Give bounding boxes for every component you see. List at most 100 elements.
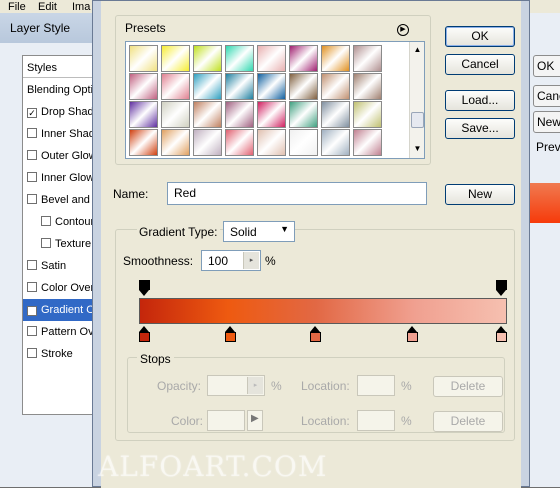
preset-swatch[interactable]: [193, 73, 222, 100]
scroll-up-icon[interactable]: ▲: [411, 43, 424, 57]
style-item[interactable]: ✓ Drop Shadow: [23, 101, 101, 123]
smoothness-slider-icon[interactable]: ▸: [243, 252, 259, 269]
style-checkbox[interactable]: [27, 150, 37, 160]
preset-swatch[interactable]: [225, 101, 254, 128]
preset-swatch[interactable]: [321, 129, 350, 156]
style-checkbox[interactable]: [27, 172, 37, 182]
preset-swatch[interactable]: [129, 73, 158, 100]
preset-swatch[interactable]: [353, 129, 382, 156]
style-checkbox[interactable]: ✓: [27, 306, 37, 316]
style-checkbox[interactable]: [41, 216, 51, 226]
style-checkbox[interactable]: [27, 348, 37, 358]
presets-label: Presets: [125, 21, 166, 35]
preset-swatch[interactable]: [225, 45, 254, 72]
preset-swatch[interactable]: [289, 73, 318, 100]
preset-swatch[interactable]: [161, 73, 190, 100]
preset-swatch[interactable]: [257, 73, 286, 100]
style-item[interactable]: Inner Glow: [23, 167, 101, 189]
opacity-field[interactable]: ▸: [207, 375, 265, 396]
style-item[interactable]: Color Overlay: [23, 277, 101, 299]
gradient-type-select[interactable]: Solid ▼: [223, 221, 295, 242]
color-stop[interactable]: [496, 326, 507, 342]
opacity-stop[interactable]: [496, 280, 507, 296]
opacity-delete-button[interactable]: Delete: [433, 376, 503, 397]
menu-image[interactable]: Ima: [72, 1, 90, 13]
color-stop[interactable]: [406, 326, 418, 342]
style-item-label: Inner Glow: [41, 172, 95, 184]
opacity-slider-icon[interactable]: ▸: [247, 377, 263, 394]
preset-swatch[interactable]: [161, 129, 190, 156]
color-location-field[interactable]: [357, 410, 395, 431]
cancel-button[interactable]: Cancel: [445, 54, 515, 75]
menu-file[interactable]: File: [8, 1, 26, 13]
opacity-location-label: Location:: [301, 379, 350, 393]
preset-swatch[interactable]: [129, 101, 158, 128]
preset-swatch[interactable]: [289, 45, 318, 72]
style-checkbox[interactable]: [27, 282, 37, 292]
preset-swatch[interactable]: [225, 73, 254, 100]
preset-swatch[interactable]: [129, 45, 158, 72]
preset-swatch[interactable]: [289, 129, 318, 156]
style-item[interactable]: Satin: [23, 255, 101, 277]
style-item[interactable]: ✓Gradient Overlay: [23, 299, 101, 321]
style-item[interactable]: Blending Options: [23, 79, 101, 101]
opacity-location-field[interactable]: [357, 375, 395, 396]
scroll-thumb[interactable]: [411, 112, 424, 128]
preset-swatch[interactable]: [193, 45, 222, 72]
preset-swatch[interactable]: [289, 101, 318, 128]
preset-swatch[interactable]: [257, 129, 286, 156]
color-menu-icon[interactable]: ▶: [247, 410, 263, 431]
style-checkbox[interactable]: ✓: [27, 108, 37, 118]
scroll-down-icon[interactable]: ▼: [411, 142, 424, 156]
preset-swatch[interactable]: [321, 73, 350, 100]
opacity-stop[interactable]: [139, 280, 150, 296]
preset-swatch[interactable]: [161, 45, 190, 72]
preset-swatch[interactable]: [225, 129, 254, 156]
layer-style-cancel-button[interactable]: Cancel: [533, 85, 560, 107]
preset-swatch[interactable]: [353, 45, 382, 72]
color-stop[interactable]: [310, 326, 322, 342]
style-item[interactable]: Outer Glow: [23, 145, 101, 167]
color-delete-button[interactable]: Delete: [433, 411, 503, 432]
load-button[interactable]: Load...: [445, 90, 515, 111]
style-item[interactable]: Texture: [23, 233, 101, 255]
preset-swatch[interactable]: [129, 129, 158, 156]
preset-swatch[interactable]: [193, 101, 222, 128]
presets-scrollbar[interactable]: ▲ ▼: [409, 42, 424, 158]
preset-swatch[interactable]: [353, 73, 382, 100]
style-item[interactable]: Contour: [23, 211, 101, 233]
menu-edit[interactable]: Edit: [38, 1, 57, 13]
preset-swatch[interactable]: [321, 45, 350, 72]
preset-swatch[interactable]: [353, 101, 382, 128]
save-button[interactable]: Save...: [445, 118, 515, 139]
name-field[interactable]: Red: [167, 182, 427, 205]
style-item[interactable]: Inner Shadow: [23, 123, 101, 145]
style-checkbox[interactable]: [27, 194, 37, 204]
presets-menu-icon[interactable]: ▶: [397, 24, 409, 36]
style-checkbox[interactable]: [27, 326, 37, 336]
preset-swatch[interactable]: [161, 101, 190, 128]
preview-checkbox[interactable]: Preview: [533, 137, 560, 159]
style-checkbox[interactable]: [41, 238, 51, 248]
layer-style-ok-button[interactable]: OK: [533, 55, 560, 77]
gradient-bar[interactable]: [139, 298, 507, 324]
preset-swatch[interactable]: [257, 45, 286, 72]
style-checkbox[interactable]: [27, 128, 37, 138]
new-button[interactable]: New: [445, 184, 515, 205]
color-swatch[interactable]: [207, 410, 245, 431]
ok-button[interactable]: OK: [445, 26, 515, 47]
layer-style-right-panel: OK Cancel New Style... Preview: [530, 13, 560, 487]
styles-header[interactable]: Styles: [23, 56, 99, 78]
smoothness-field[interactable]: 100 ▸: [201, 250, 261, 271]
style-item[interactable]: Pattern Overlay: [23, 321, 101, 343]
preset-swatch[interactable]: [321, 101, 350, 128]
preset-swatches: [129, 45, 413, 157]
color-stop[interactable]: [224, 326, 236, 342]
style-item[interactable]: Bevel and Emboss: [23, 189, 101, 211]
color-stop[interactable]: [139, 326, 150, 342]
new-style-button[interactable]: New Style...: [533, 111, 560, 133]
style-item[interactable]: Stroke: [23, 343, 101, 365]
preset-swatch[interactable]: [257, 101, 286, 128]
style-checkbox[interactable]: [27, 260, 37, 270]
preset-swatch[interactable]: [193, 129, 222, 156]
